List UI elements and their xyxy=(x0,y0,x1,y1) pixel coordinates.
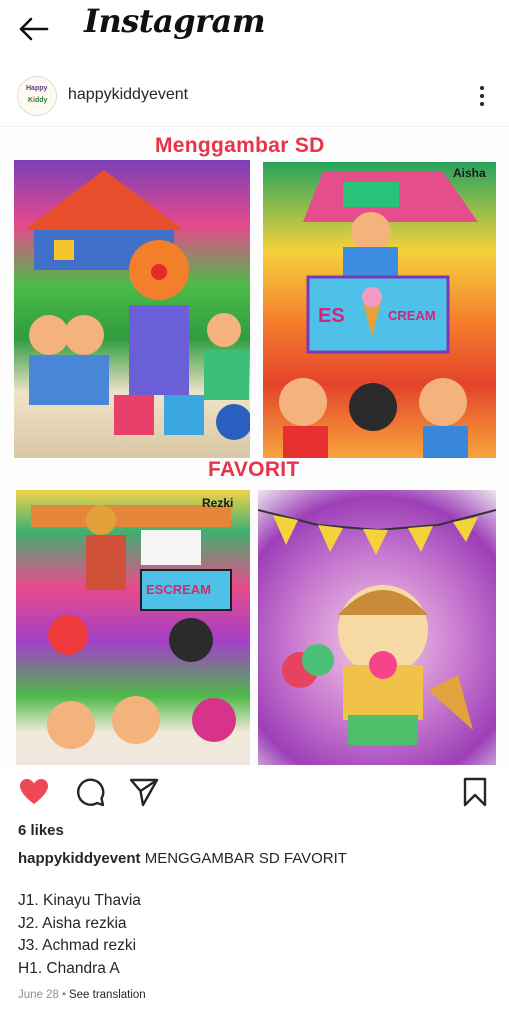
more-vertical-icon[interactable] xyxy=(472,82,492,110)
like-count[interactable]: 6 likes xyxy=(18,822,64,839)
sign-text-cream: CREAM xyxy=(388,308,436,323)
avatar-text-1: Happy xyxy=(26,85,48,92)
drawing-panel-1 xyxy=(14,160,250,458)
app-logo: Instagram xyxy=(84,2,266,40)
list-item: J3. Achmad rezki xyxy=(18,937,137,954)
post-actions xyxy=(0,770,509,814)
heart-filled-icon[interactable] xyxy=(18,776,50,808)
list-item: H1. Chandra A xyxy=(18,959,120,977)
post-username[interactable]: happykiddyevent xyxy=(68,86,188,104)
drawing-panel-4 xyxy=(258,490,496,765)
bookmark-icon[interactable] xyxy=(459,776,491,808)
caption-username[interactable]: happykiddyevent xyxy=(18,850,141,867)
image-heading-middle: FAVORIT xyxy=(208,458,300,481)
post-caption: happykiddyevent MENGGAMBAR SD FAVORIT xyxy=(18,848,347,870)
post-meta: June 28 • See translation xyxy=(18,989,146,1001)
sign-text-escream: ESCREAM xyxy=(146,582,211,597)
avatar-text-2: Kiddy xyxy=(28,97,48,104)
image-heading-top: Menggambar SD xyxy=(155,134,325,157)
see-translation-link[interactable]: See translation xyxy=(69,989,146,1001)
send-icon[interactable] xyxy=(128,776,160,808)
divider xyxy=(0,126,509,127)
panel-label-aisha: Aisha xyxy=(453,166,486,180)
sign-text-es: ES xyxy=(318,305,345,327)
caption-text: MENGGAMBAR SD FAVORIT xyxy=(144,850,347,867)
post-header: Happy Kiddy happykiddyevent xyxy=(0,70,509,122)
comment-icon[interactable] xyxy=(74,776,106,808)
post-date: June 28 xyxy=(18,989,59,1001)
post-image[interactable]: Menggambar SD ES CREAM Aisha FAVORIT ESC… xyxy=(0,128,509,765)
arrow-left-icon[interactable] xyxy=(16,14,52,44)
drawing-panel-2: ES CREAM Aisha xyxy=(263,162,496,458)
top-bar: Instagram xyxy=(0,0,509,56)
avatar[interactable]: Happy Kiddy xyxy=(17,76,57,116)
drawing-panel-3: ESCREAM Rezki xyxy=(16,490,250,765)
list-item: J1. Kinayu Thavia xyxy=(18,892,141,909)
list-item: J2. Aisha rezkia xyxy=(18,914,127,932)
winners-list: J1. Kinayu Thavia J2. Aisha rezkia J3. A… xyxy=(18,890,141,980)
panel-label-rezki: Rezki xyxy=(202,496,234,510)
